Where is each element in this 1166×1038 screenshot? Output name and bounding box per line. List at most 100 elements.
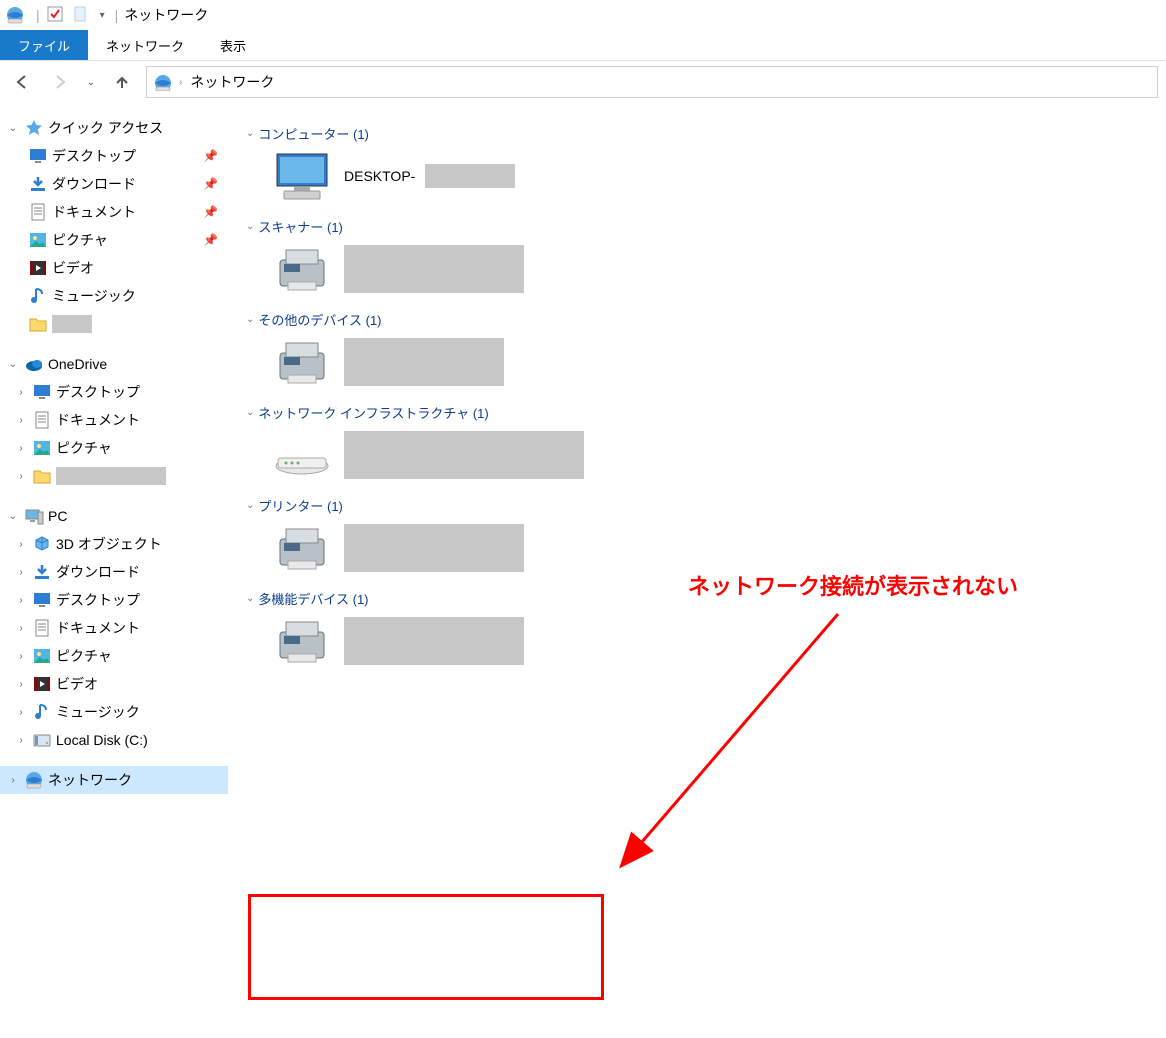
sidebar-item-3dobjects[interactable]: › 3D オブジェクト	[0, 530, 228, 558]
chevron-right-icon[interactable]: ›	[14, 387, 28, 398]
sidebar-network[interactable]: › ネットワーク	[0, 766, 228, 794]
qat-dropdown-icon[interactable]: ▾	[100, 10, 105, 21]
sidebar-quick-access[interactable]: ⌄ クイック アクセス	[0, 114, 228, 142]
group-header-infra[interactable]: ⌄ ネットワーク インフラストラクチャ (1)	[246, 403, 1156, 422]
music-icon	[28, 286, 48, 306]
sidebar-item-desktop[interactable]: › デスクトップ	[0, 586, 228, 614]
recent-dropdown-icon[interactable]: ⌄	[84, 68, 98, 96]
sidebar-item-label: ビデオ	[52, 258, 94, 278]
sidebar-item-videos[interactable]: ビデオ	[0, 254, 228, 282]
sidebar-item-downloads[interactable]: › ダウンロード	[0, 558, 228, 586]
folder-icon	[32, 466, 52, 486]
router-icon	[270, 428, 334, 482]
group-header-printer[interactable]: ⌄ プリンター (1)	[246, 496, 1156, 515]
tab-view[interactable]: 表示	[202, 30, 264, 60]
device-item-printer[interactable]	[270, 521, 1156, 575]
chevron-right-icon[interactable]: ›	[14, 415, 28, 426]
printer-icon	[270, 614, 334, 668]
chevron-right-icon[interactable]: ›	[14, 679, 28, 690]
sidebar-item-label: OneDrive	[48, 356, 107, 372]
group-header-label: ネットワーク インフラストラクチャ (1)	[258, 403, 488, 422]
disk-icon	[32, 730, 52, 750]
sidebar-item-videos[interactable]: › ビデオ	[0, 670, 228, 698]
music-icon	[32, 702, 52, 722]
chevron-right-icon[interactable]: ›	[14, 539, 28, 550]
sidebar-item-folder[interactable]	[0, 310, 228, 338]
up-button[interactable]	[108, 68, 136, 96]
group-header-computer[interactable]: ⌄ コンピューター (1)	[246, 124, 1156, 143]
pc-icon	[24, 506, 44, 526]
group-header-label: 多機能デバイス (1)	[258, 589, 368, 608]
group-header-label: その他のデバイス (1)	[258, 310, 381, 329]
sidebar-item-localdisk[interactable]: › Local Disk (C:)	[0, 726, 228, 754]
picture-icon	[32, 438, 52, 458]
back-button[interactable]	[8, 68, 36, 96]
group-header-scanner[interactable]: ⌄ スキャナー (1)	[246, 217, 1156, 236]
chevron-down-icon[interactable]: ⌄	[6, 123, 20, 134]
chevron-right-icon[interactable]: ›	[14, 595, 28, 606]
chevron-right-icon[interactable]: ›	[14, 735, 28, 746]
sidebar-item-desktop[interactable]: デスクトップ 📌	[0, 142, 228, 170]
sidebar-item-music[interactable]: ミュージック	[0, 282, 228, 310]
address-segment[interactable]: ネットワーク	[190, 72, 274, 92]
group-header-other[interactable]: ⌄ その他のデバイス (1)	[246, 310, 1156, 329]
sidebar-item-downloads[interactable]: ダウンロード 📌	[0, 170, 228, 198]
chevron-right-icon[interactable]: ›	[14, 443, 28, 454]
sidebar-item-label: PC	[48, 508, 67, 524]
download-icon	[28, 174, 48, 194]
sidebar-item-label: ダウンロード	[52, 174, 136, 194]
sidebar-item-documents[interactable]: › ドキュメント	[0, 614, 228, 642]
sidebar-item-label: ビデオ	[56, 674, 98, 694]
device-item-other[interactable]	[270, 335, 1156, 389]
pin-icon: 📌	[203, 233, 218, 247]
qat-properties-icon[interactable]	[46, 5, 66, 25]
device-item-infra[interactable]	[270, 428, 1156, 482]
redacted-label	[344, 524, 524, 572]
sidebar-item-folder[interactable]: ›	[0, 462, 228, 490]
pin-icon: 📌	[203, 205, 218, 219]
chevron-right-icon[interactable]: ›	[14, 471, 28, 482]
qat-new-icon[interactable]	[71, 5, 91, 25]
redacted-label	[344, 245, 524, 293]
sidebar-item-label: デスクトップ	[56, 590, 140, 610]
window-title: ネットワーク	[124, 5, 208, 25]
sidebar-pc[interactable]: ⌄ PC	[0, 502, 228, 530]
device-item-scanner[interactable]	[270, 242, 1156, 296]
chevron-right-icon[interactable]: ›	[14, 567, 28, 578]
forward-button[interactable]	[46, 68, 74, 96]
sidebar-item-documents[interactable]: › ドキュメント	[0, 406, 228, 434]
chevron-right-icon[interactable]: ›	[179, 77, 182, 88]
chevron-down-icon[interactable]: ⌄	[6, 359, 20, 370]
separator: |	[115, 7, 119, 23]
sidebar-item-documents[interactable]: ドキュメント 📌	[0, 198, 228, 226]
sidebar-item-desktop[interactable]: › デスクトップ	[0, 378, 228, 406]
chevron-down-icon[interactable]: ⌄	[6, 511, 20, 522]
address-bar[interactable]: › ネットワーク	[146, 66, 1158, 98]
chevron-down-icon: ⌄	[246, 593, 254, 604]
sidebar-onedrive[interactable]: ⌄ OneDrive	[0, 350, 228, 378]
network-icon	[24, 770, 44, 790]
annotation-highlight-box	[248, 894, 604, 1000]
sidebar-item-pictures[interactable]: ピクチャ 📌	[0, 226, 228, 254]
sidebar-item-pictures[interactable]: › ピクチャ	[0, 642, 228, 670]
annotation-arrow	[608, 604, 848, 884]
redacted-label	[344, 617, 524, 665]
sidebar-item-label: ドキュメント	[52, 202, 136, 222]
desktop-icon	[32, 382, 52, 402]
video-icon	[32, 674, 52, 694]
tab-file[interactable]: ファイル	[0, 30, 88, 60]
chevron-right-icon[interactable]: ›	[14, 707, 28, 718]
group-header-label: スキャナー (1)	[258, 217, 343, 236]
chevron-down-icon: ⌄	[246, 407, 254, 418]
sidebar-item-music[interactable]: › ミュージック	[0, 698, 228, 726]
sidebar-item-label: ダウンロード	[56, 562, 140, 582]
sidebar-item-label: ドキュメント	[56, 410, 140, 430]
chevron-right-icon[interactable]: ›	[14, 651, 28, 662]
chevron-right-icon[interactable]: ›	[14, 623, 28, 634]
tab-network[interactable]: ネットワーク	[88, 30, 202, 60]
sidebar-item-pictures[interactable]: › ピクチャ	[0, 434, 228, 462]
sidebar-item-label: ミュージック	[52, 286, 136, 306]
device-item-computer[interactable]: DESKTOP-	[270, 149, 1156, 203]
picture-icon	[28, 230, 48, 250]
chevron-right-icon[interactable]: ›	[6, 775, 20, 786]
